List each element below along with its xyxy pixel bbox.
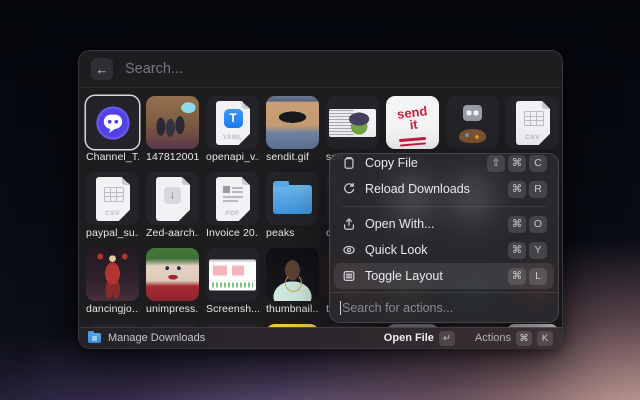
clipboard-icon [341,156,356,171]
file-tile[interactable] [146,248,199,301]
footer-bar: Manage Downloads Open File ↵ Actions ⌘ K [79,327,562,348]
file-cell: Screensh... [206,248,259,316]
extension-title: Manage Downloads [108,332,205,344]
file-tile[interactable]: CSV [506,96,559,149]
file-tile[interactable] [146,96,199,149]
menu-item-label: Copy File [365,156,418,170]
shortcut-keys: ⌘ R [508,181,547,198]
shortcut-keys: ⇧ ⌘ C [487,155,547,172]
file-label: Invoice 20... [206,227,259,240]
menu-item-reload-downloads[interactable]: Reload Downloads ⌘ R [334,176,554,202]
file-tile[interactable]: T YAML [206,96,259,149]
file-tile[interactable] [266,96,319,149]
back-button[interactable]: ← [91,58,113,80]
download-file-icon: ↓ [156,177,190,221]
menu-item-open-with[interactable]: Open With... ⌘ O [334,211,554,237]
file-type-badge: PDF [216,210,250,217]
k-key-icon: K [537,331,553,346]
pdf-file-icon: PDF [216,177,250,221]
launcher-window: ← Channel_T... 147812001... [78,50,563,349]
actions-search[interactable]: Search for actions... [330,292,558,322]
menu-item-label: Quick Look [365,243,428,257]
underline-marks [399,137,426,142]
shortcut-keys: ⌘ Y [508,242,547,259]
file-tile[interactable] [446,96,499,149]
file-label: dancingjo... [86,303,139,316]
menu-item-label: Open With... [365,217,434,231]
file-label: paypal_su... [86,227,139,240]
file-tile[interactable] [86,248,139,301]
file-tile[interactable]: send it [386,96,439,149]
file-cell: ↓ Zed-aarch... [146,172,199,240]
file-cell: sendit.gif [266,96,319,164]
file-tile[interactable]: CSV [86,172,139,225]
file-label: Screensh... [206,303,259,316]
yaml-file-icon: T YAML [216,101,250,145]
file-cell: unimpress... [146,248,199,316]
shortcut-keys: ⌘ O [508,216,547,233]
csv-file-icon: CSV [96,177,130,221]
file-cell: dancingjo... [86,248,139,316]
shortcut-keys: ⌘ L [508,268,547,285]
file-type-badge: YAML [216,134,250,141]
cmd-key-icon: ⌘ [516,331,532,346]
reload-icon [341,182,356,197]
file-cell: T YAML openapi_v... [206,96,259,164]
file-cell: CSV paypal_su... [86,172,139,240]
text-caret [340,301,341,315]
file-cell: thumbnail... [266,248,319,316]
file-cell: PDF Invoice 20... [206,172,259,240]
download-arrow-icon: ↓ [164,187,181,204]
file-type-badge: CSV [516,134,550,141]
file-label: peaks [266,227,319,240]
actions-menu: Copy File ⇧ ⌘ C Reload Downloads ⌘ [329,153,559,323]
search-input[interactable] [123,60,550,78]
file-label: openapi_v... [206,151,259,164]
file-cell: 147812001... [146,96,199,164]
actions-menu-list: Copy File ⇧ ⌘ C Reload Downloads ⌘ [330,154,558,292]
file-label: sendit.gif [266,151,319,164]
menu-item-label: Reload Downloads [365,182,470,196]
file-tile[interactable] [206,248,259,301]
file-label: thumbnail... [266,303,319,316]
list-icon [341,269,356,284]
file-label: 147812001... [146,151,199,164]
send-it-text: send it [395,105,430,133]
file-label: Channel_T... [86,151,139,164]
menu-item-toggle-layout[interactable]: Toggle Layout ⌘ L [334,263,554,289]
file-tile[interactable]: PDF [206,172,259,225]
actions-search-placeholder: Search for actions... [342,301,453,315]
file-tile-selected[interactable] [86,96,139,149]
file-label: Zed-aarch... [146,227,199,240]
menu-divider [342,206,546,207]
channel-app-icon [93,103,133,143]
open-file-button[interactable]: Open File [384,332,434,344]
downloads-folder-icon [88,333,101,343]
open-with-icon [341,217,356,232]
file-label: unimpress... [146,303,199,316]
file-cell: Channel_T... [86,96,139,164]
file-cell: peaks [266,172,319,240]
folder-icon [273,185,312,214]
file-tile[interactable]: ↓ [146,172,199,225]
eye-icon [341,243,356,258]
actions-button[interactable]: Actions [475,332,511,344]
file-type-badge: CSV [96,210,130,217]
search-bar: ← [79,51,562,88]
return-key-icon: ↵ [439,331,455,346]
csv-file-icon: CSV [516,101,550,145]
file-tile[interactable] [266,172,319,225]
menu-item-quick-look[interactable]: Quick Look ⌘ Y [334,237,554,263]
file-tile[interactable] [326,96,379,149]
menu-item-label: Toggle Layout [365,269,443,283]
arrow-left-icon: ← [96,62,109,77]
menu-item-copy-file[interactable]: Copy File ⇧ ⌘ C [334,154,554,176]
file-tile[interactable] [266,248,319,301]
yaml-glyph: T [224,109,243,128]
